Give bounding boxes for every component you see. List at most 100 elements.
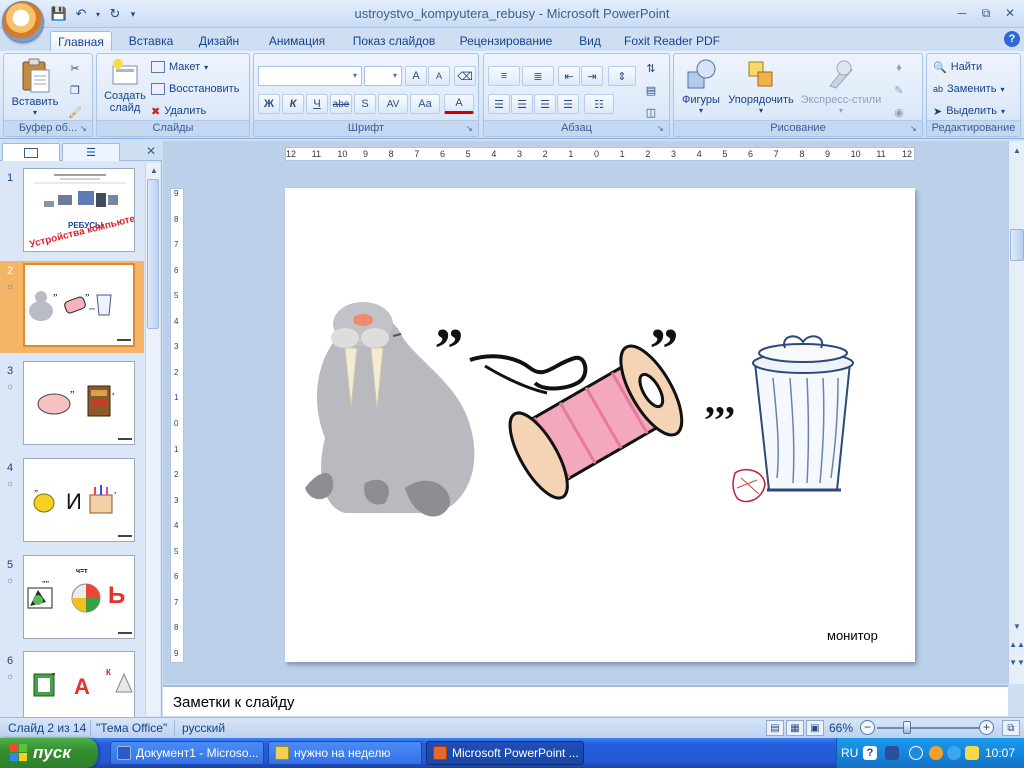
normal-view-icon[interactable]: ▤ <box>766 720 784 736</box>
zoom-in-icon[interactable]: + <box>979 720 994 735</box>
font-color-button[interactable]: A <box>444 94 474 114</box>
notes-placeholder[interactable]: Заметки к слайду <box>173 694 295 711</box>
reset-button[interactable]: Восстановить <box>151 79 239 99</box>
language[interactable]: русский <box>182 721 225 735</box>
strikethrough-button[interactable]: abe <box>330 94 352 114</box>
italic-button[interactable]: К <box>282 94 304 114</box>
paste-button[interactable]: Вставить ▾ <box>10 58 60 117</box>
slide-thumbnail-3[interactable]: 3 ☼ „ , <box>0 361 144 451</box>
align-center-icon[interactable]: ☰ <box>511 94 533 114</box>
find-button[interactable]: 🔍 Найти <box>933 57 982 77</box>
font-size-combo[interactable]: ▾ <box>364 66 402 86</box>
quick-styles-button[interactable]: Экспресс-стили ▾ <box>798 58 884 115</box>
smartart-icon[interactable]: ◫ <box>640 102 662 122</box>
tab-slides[interactable] <box>2 143 60 161</box>
font-name-combo[interactable]: ▾ <box>258 66 362 86</box>
slide-canvas[interactable]: „ „ ,,, <box>285 188 915 662</box>
shrink-font-button[interactable]: A <box>428 66 450 86</box>
tab-outline[interactable]: ☰ <box>62 143 120 161</box>
shape-outline-icon[interactable]: ✎ <box>888 80 910 100</box>
tray-app-icon[interactable] <box>885 746 899 760</box>
tab-animation[interactable]: Анимация <box>260 31 334 51</box>
tab-review[interactable]: Рецензирование <box>454 31 558 51</box>
align-text-icon[interactable]: ▤ <box>640 80 662 100</box>
taskbar-item-word[interactable]: Документ1 - Microso... <box>110 741 264 765</box>
clear-format-icon[interactable]: ⌫ <box>454 66 476 86</box>
underline-button[interactable]: Ч <box>306 94 328 114</box>
minimize-icon[interactable]: ─ <box>950 4 974 22</box>
tab-home[interactable]: Главная <box>50 31 112 51</box>
thumbnail-scrollbar[interactable]: ▲ <box>145 163 160 716</box>
previous-slide-icon[interactable]: ▲▲ <box>1009 637 1024 651</box>
restore-icon[interactable]: ⧉ <box>974 4 998 22</box>
delete-button[interactable]: ✖ Удалить <box>151 101 206 121</box>
zoom-out-icon[interactable]: − <box>860 720 875 735</box>
clock[interactable]: 10:07 <box>985 746 1015 760</box>
next-slide-icon[interactable]: ▼▼ <box>1009 655 1024 669</box>
increase-indent-icon[interactable]: ⇥ <box>581 66 603 86</box>
char-spacing-button[interactable]: AV <box>378 94 408 114</box>
tray-app-icon[interactable] <box>947 746 961 760</box>
help-icon[interactable]: ? <box>1004 31 1020 47</box>
cut-icon[interactable]: ✂ <box>64 58 86 78</box>
zoom-slider[interactable] <box>877 727 981 729</box>
slide-sorter-icon[interactable]: ▦ <box>786 720 804 736</box>
taskbar-item-folder[interactable]: нужно на неделю <box>268 741 422 765</box>
justify-icon[interactable]: ☰ <box>557 94 579 114</box>
slideshow-icon[interactable]: ▣ <box>806 720 824 736</box>
scroll-up-icon[interactable]: ▲ <box>1010 143 1024 157</box>
slide-thumbnail-4[interactable]: 4 ☼ „ , И <box>0 458 144 548</box>
zoom-slider-handle[interactable] <box>903 721 911 734</box>
taskbar-item-powerpoint[interactable]: Microsoft PowerPoint ... <box>426 741 584 765</box>
close-icon[interactable]: ✕ <box>998 4 1022 22</box>
layout-button[interactable]: Макет ▾ <box>151 57 208 77</box>
replace-button[interactable]: ab Заменить ▾ <box>933 79 1004 99</box>
fit-to-window-icon[interactable]: ⧉ <box>1002 720 1020 736</box>
align-right-icon[interactable]: ☰ <box>534 94 556 114</box>
text-direction-icon[interactable]: ⇅ <box>640 58 662 78</box>
tab-view[interactable]: Вид <box>570 31 610 51</box>
columns-icon[interactable]: ☷ <box>584 94 614 114</box>
start-button[interactable]: пуск <box>0 738 98 768</box>
slide-thumbnail-6[interactable]: 6 ☼ „ А К <box>0 651 144 717</box>
notes-pane[interactable]: Заметки к слайду <box>163 685 1008 716</box>
dialog-launcher-icon[interactable]: ↘ <box>910 124 920 134</box>
new-slide-button[interactable]: Создать слайд <box>101 58 149 114</box>
scroll-thumb[interactable] <box>147 179 159 329</box>
format-painter-icon[interactable]: 🖌 <box>64 102 86 122</box>
close-icon[interactable]: ✕ <box>146 144 156 158</box>
trash-bin-image[interactable] <box>732 335 854 503</box>
vertical-scrollbar[interactable]: ▲ ▼ ▲▲ ▼▼ <box>1008 141 1024 684</box>
align-left-icon[interactable]: ☰ <box>488 94 510 114</box>
slide-thumbnail-5[interactable]: 5 ☼ „„ ч=т Ь <box>0 555 144 645</box>
copy-icon[interactable]: ❐ <box>64 80 86 100</box>
shapes-button[interactable]: Фигуры ▾ <box>678 58 724 115</box>
horizontal-ruler[interactable]: 12 11 10 9 8 7 6 5 4 3 2 1 0 1 2 3 4 5 6 7 8 9 10 11 12 <box>285 147 915 161</box>
office-button[interactable] <box>2 1 44 43</box>
slide-thumbnail-2[interactable]: 2 ☼ „ „ ,,, <box>0 261 144 353</box>
tab-slideshow[interactable]: Показ слайдов <box>346 31 442 51</box>
zoom-level[interactable]: 66% <box>829 721 853 735</box>
language-indicator[interactable]: RU <box>841 746 858 760</box>
shape-fill-icon[interactable]: ♦ <box>888 58 910 78</box>
dialog-launcher-icon[interactable]: ↘ <box>657 124 667 134</box>
scroll-down-icon[interactable]: ▼ <box>1010 619 1024 633</box>
numbering-icon[interactable]: ≣ <box>522 66 554 86</box>
tray-app-icon[interactable] <box>965 746 979 760</box>
tab-foxit[interactable]: Foxit Reader PDF <box>622 31 722 51</box>
select-button[interactable]: ➤ Выделить ▾ <box>933 101 1005 121</box>
slide-thumbnail-1[interactable]: 1 РЕБУСЫ Устройства компьютера <box>0 168 144 258</box>
scroll-up-icon[interactable]: ▲ <box>147 163 161 177</box>
dialog-launcher-icon[interactable]: ↘ <box>80 124 90 134</box>
shadow-button[interactable]: S <box>354 94 376 114</box>
help-tray-icon[interactable]: ? <box>863 746 877 760</box>
theme-name[interactable]: "Тема Office" <box>96 721 167 735</box>
change-case-button[interactable]: Aa <box>410 94 440 114</box>
scroll-thumb[interactable] <box>1010 229 1024 261</box>
shape-effects-icon[interactable]: ◉ <box>888 102 910 122</box>
tray-app-icon[interactable] <box>929 746 943 760</box>
arrange-button[interactable]: Упорядочить ▾ <box>724 58 798 115</box>
decrease-indent-icon[interactable]: ⇤ <box>558 66 580 86</box>
line-spacing-icon[interactable]: ⇕ <box>608 66 636 86</box>
bullets-icon[interactable]: ≡ <box>488 66 520 86</box>
